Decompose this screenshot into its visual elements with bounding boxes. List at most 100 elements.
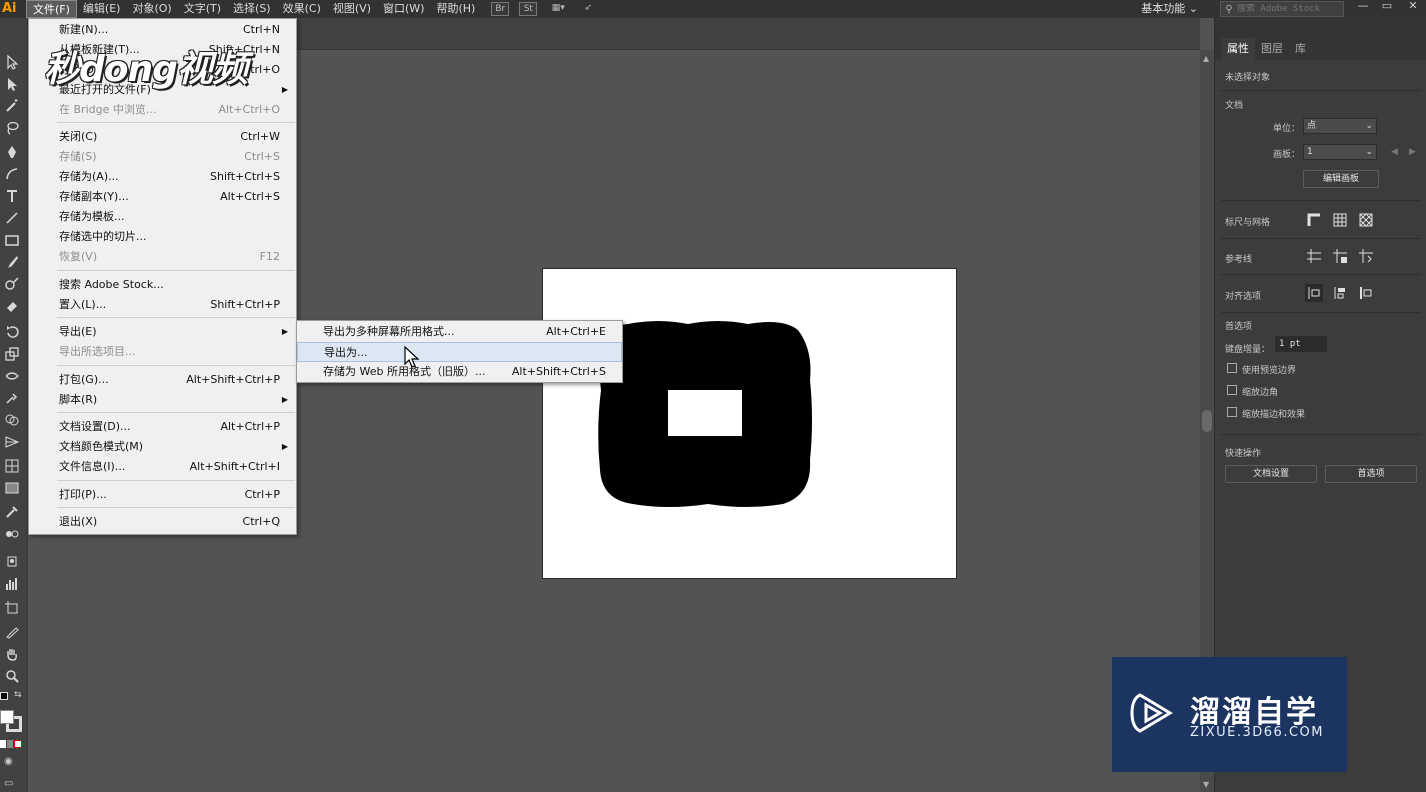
file-menu-item[interactable]: 导出(E) ▶ xyxy=(29,322,296,342)
file-menu-item[interactable]: 新建(N)... Ctrl+N xyxy=(29,20,296,40)
hand-tool-icon[interactable] xyxy=(1,644,23,664)
bridge-icon[interactable]: Br xyxy=(491,2,510,16)
tab-layers[interactable]: 图层 xyxy=(1255,38,1289,60)
file-menu-item[interactable]: 存储为(A)... Shift+Ctrl+S xyxy=(29,167,296,187)
grid-icon[interactable] xyxy=(1331,211,1349,229)
menu-effect[interactable]: 效果(C) xyxy=(277,0,327,18)
export-submenu-item[interactable]: 导出为... xyxy=(297,342,622,362)
paintbrush-icon[interactable] xyxy=(1,252,23,272)
pen-tool-icon[interactable] xyxy=(1,142,23,162)
menu-window[interactable]: 窗口(W) xyxy=(377,0,430,18)
preview-bounds-checkbox[interactable] xyxy=(1227,363,1237,373)
scale-strokes-checkbox[interactable] xyxy=(1227,407,1237,417)
scale-corners-checkbox[interactable] xyxy=(1227,385,1237,395)
mesh-tool-icon[interactable] xyxy=(1,456,23,476)
menu-edit[interactable]: 编辑(E) xyxy=(77,0,127,18)
file-menu-item[interactable]: 存储(S) Ctrl+S xyxy=(29,147,296,167)
menu-file[interactable]: 文件(F) xyxy=(26,0,77,18)
symbol-sprayer-icon[interactable] xyxy=(1,550,23,570)
smart-guides-icon[interactable] xyxy=(1357,247,1375,265)
screen-mode-icon[interactable]: ▭ xyxy=(4,778,13,789)
file-menu-item[interactable]: 存储选中的切片... xyxy=(29,227,296,247)
file-menu-item[interactable]: 存储为模板... xyxy=(29,207,296,227)
file-menu-item[interactable]: 脚本(R) ▶ xyxy=(29,390,296,410)
units-select[interactable]: 点 ⌄ xyxy=(1303,118,1377,134)
column-graph-icon[interactable] xyxy=(1,574,23,594)
document-setup-button[interactable]: 文档设置 xyxy=(1225,465,1317,483)
export-submenu-item[interactable]: 导出为多种屏幕所用格式... Alt+Ctrl+E xyxy=(297,322,622,342)
line-tool-icon[interactable] xyxy=(1,208,23,228)
artboard-tool-icon[interactable] xyxy=(1,598,23,618)
fill-swatch[interactable] xyxy=(0,710,14,724)
file-menu-item[interactable]: 在 Bridge 中浏览... Alt+Ctrl+O xyxy=(29,100,296,120)
zoom-tool-icon[interactable] xyxy=(1,666,23,686)
curvature-tool-icon[interactable] xyxy=(1,164,23,184)
file-menu-item[interactable]: 搜索 Adobe Stock... xyxy=(29,275,296,295)
file-menu-item[interactable]: 文档设置(D)... Alt+Ctrl+P xyxy=(29,417,296,437)
blend-tool-icon[interactable] xyxy=(1,524,23,544)
menu-type[interactable]: 文字(T) xyxy=(178,0,227,18)
arrange-documents-icon[interactable]: ▦▾ xyxy=(547,2,569,16)
artboard-select[interactable]: 1 ⌄ xyxy=(1303,144,1377,160)
selection-tool-icon[interactable] xyxy=(1,52,23,72)
scroll-down-icon[interactable]: ▼ xyxy=(1203,780,1209,789)
perspective-grid-icon[interactable] xyxy=(1,432,23,452)
edit-artboards-button[interactable]: 编辑画板 xyxy=(1303,170,1379,188)
file-menu-item[interactable]: 置入(L)... Shift+Ctrl+P xyxy=(29,295,296,315)
rotate-tool-icon[interactable] xyxy=(1,322,23,342)
gradient-tool-icon[interactable] xyxy=(1,478,23,498)
scroll-up-icon[interactable]: ▲ xyxy=(1203,54,1209,63)
shaper-tool-icon[interactable] xyxy=(1,274,23,294)
guides-icon[interactable] xyxy=(1305,247,1323,265)
workspace-switcher[interactable]: 基本功能 ⌄ xyxy=(1141,0,1198,18)
align-to-selection-icon[interactable] xyxy=(1305,284,1323,302)
eraser-icon[interactable] xyxy=(1,296,23,316)
menu-help[interactable]: 帮助(H) xyxy=(430,0,481,18)
file-menu-item[interactable]: 打包(G)... Alt+Shift+Ctrl+P xyxy=(29,370,296,390)
menu-select[interactable]: 选择(S) xyxy=(227,0,277,18)
minimize-icon[interactable]: — xyxy=(1352,0,1374,14)
keyboard-increment-input[interactable]: 1 pt xyxy=(1275,336,1327,352)
export-submenu-item[interactable]: 存储为 Web 所用格式（旧版）... Alt+Shift+Ctrl+S xyxy=(297,362,622,382)
previous-artboard-icon[interactable]: ◀ xyxy=(1391,147,1398,157)
type-tool-icon[interactable] xyxy=(1,186,23,206)
scroll-thumb[interactable] xyxy=(1202,410,1212,432)
file-menu-item[interactable]: 退出(X) Ctrl+Q xyxy=(29,512,296,532)
preferences-button[interactable]: 首选项 xyxy=(1325,465,1417,483)
file-menu-item[interactable]: 存储副本(Y)... Alt+Ctrl+S xyxy=(29,187,296,207)
shape-builder-icon[interactable] xyxy=(1,410,23,430)
next-artboard-icon[interactable]: ▶ xyxy=(1409,147,1416,157)
lasso-icon[interactable] xyxy=(1,118,23,138)
color-mode-icon[interactable] xyxy=(0,740,22,748)
swap-colors-icon[interactable]: ⇆ xyxy=(14,690,22,700)
menu-view[interactable]: 视图(V) xyxy=(327,0,377,18)
rounded-square-shape[interactable] xyxy=(598,320,814,508)
puppet-warp-icon[interactable] xyxy=(1,388,23,408)
width-tool-icon[interactable] xyxy=(1,366,23,386)
transparency-grid-icon[interactable] xyxy=(1357,211,1375,229)
stock-icon[interactable]: St xyxy=(519,2,538,16)
rectangle-tool-icon[interactable] xyxy=(1,230,23,250)
align-to-artboard-icon[interactable] xyxy=(1357,284,1375,302)
file-menu-item[interactable]: 关闭(C) Ctrl+W xyxy=(29,127,296,147)
file-menu-item[interactable]: 恢复(V) F12 xyxy=(29,247,296,267)
lock-guides-icon[interactable] xyxy=(1331,247,1349,265)
tab-properties[interactable]: 属性 xyxy=(1221,38,1255,60)
menu-object[interactable]: 对象(O) xyxy=(126,0,177,18)
gpu-rocket-icon[interactable]: ➶ xyxy=(579,2,597,16)
tab-libraries[interactable]: 库 xyxy=(1289,38,1312,60)
drawing-mode-icon[interactable]: ◉ xyxy=(4,756,13,767)
eyedropper-icon[interactable] xyxy=(1,502,23,522)
file-menu-item[interactable]: 导出所选项目... xyxy=(29,342,296,362)
close-icon[interactable]: ✕ xyxy=(1402,0,1424,14)
scale-tool-icon[interactable] xyxy=(1,344,23,364)
file-menu-item[interactable]: 文档颜色模式(M) ▶ xyxy=(29,437,296,457)
maximize-icon[interactable]: ▭ xyxy=(1376,0,1398,14)
default-colors-icon[interactable] xyxy=(0,692,8,700)
magic-wand-icon[interactable] xyxy=(1,96,23,116)
align-to-key-object-icon[interactable] xyxy=(1331,284,1349,302)
rulers-icon[interactable] xyxy=(1305,211,1323,229)
file-menu-item[interactable]: 打印(P)... Ctrl+P xyxy=(29,485,296,505)
file-menu-item[interactable]: 文件信息(I)... Alt+Shift+Ctrl+I xyxy=(29,457,296,477)
slice-tool-icon[interactable] xyxy=(1,622,23,642)
